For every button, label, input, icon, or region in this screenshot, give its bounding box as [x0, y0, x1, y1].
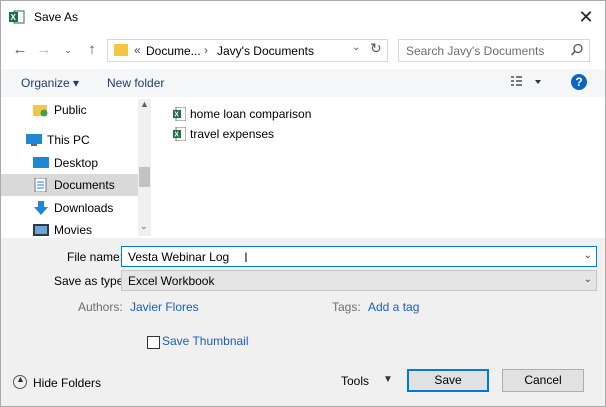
- sidebar-item-documents[interactable]: Documents: [1, 174, 138, 196]
- file-name-dropdown-icon[interactable]: ⌄: [584, 250, 592, 261]
- save-as-type-value: Excel Workbook: [128, 274, 215, 288]
- save-thumbnail-checkbox[interactable]: [147, 336, 160, 349]
- window-title: Save As: [34, 10, 79, 24]
- tools-dropdown-icon: ▼: [383, 374, 393, 385]
- tags-field[interactable]: Add a tag: [368, 300, 419, 314]
- scrollbar-thumb[interactable]: [139, 167, 150, 187]
- hide-folders-label: Hide Folders: [33, 376, 102, 390]
- close-icon[interactable]: ✕: [575, 6, 597, 28]
- address-dropdown-icon[interactable]: ⌄: [352, 42, 360, 53]
- svg-text:X: X: [174, 132, 179, 139]
- breadcrumb-segment[interactable]: Docume...: [146, 44, 201, 58]
- file-name-field[interactable]: Vesta Webinar Log I ⌄: [121, 246, 597, 267]
- sidebar-item-downloads[interactable]: Downloads: [1, 197, 138, 219]
- documents-icon: [34, 178, 47, 192]
- address-bar[interactable]: « Docume... › Javy's Documents ⌄ ↻: [107, 39, 388, 62]
- sidebar-item-public[interactable]: Public: [1, 99, 138, 121]
- forward-arrow-icon[interactable]: →: [35, 40, 53, 60]
- sidebar-item-label: Downloads: [54, 201, 114, 215]
- sidebar-item-label: Movies: [54, 223, 93, 236]
- svg-text:X: X: [11, 13, 17, 22]
- back-arrow-icon[interactable]: ←: [11, 40, 29, 60]
- save-as-dialog: X Save As ✕ ← → ⌄ ↑ « Docume... › Javy's…: [0, 0, 606, 407]
- save-as-type-dropdown-icon[interactable]: ⌄: [584, 274, 592, 285]
- svg-text:X: X: [174, 112, 179, 119]
- help-icon[interactable]: ?: [571, 74, 587, 90]
- navigation-scrollbar[interactable]: ▲ ⌄: [138, 99, 151, 236]
- pc-icon: [26, 134, 42, 146]
- sidebar-item-desktop[interactable]: Desktop: [1, 152, 138, 174]
- sidebar-item-label: Documents: [54, 178, 115, 192]
- file-name-label: File name:: [67, 250, 124, 264]
- title-bar: X Save As ✕: [1, 1, 605, 33]
- scroll-up-icon[interactable]: ▲: [140, 99, 149, 109]
- view-options-icon[interactable]: [511, 75, 545, 89]
- excel-file-icon: X: [173, 107, 186, 121]
- sidebar-item-label: Desktop: [54, 156, 99, 170]
- cancel-button[interactable]: Cancel: [502, 369, 584, 392]
- save-button[interactable]: Save: [407, 369, 489, 392]
- file-list: X home loan comparison X travel expenses: [153, 99, 605, 236]
- excel-icon: X: [9, 10, 25, 24]
- navigation-bar: ← → ⌄ ↑ « Docume... › Javy's Documents ⌄…: [1, 36, 605, 66]
- tags-label: Tags:: [332, 300, 361, 314]
- breadcrumb-overflow[interactable]: «: [134, 43, 141, 57]
- up-arrow-icon[interactable]: ↑: [83, 40, 101, 60]
- save-as-type-label: Save as type:: [54, 274, 127, 288]
- file-name: home loan comparison: [190, 107, 312, 121]
- breadcrumb-segment[interactable]: Javy's Documents: [217, 44, 314, 58]
- search-box[interactable]: Search Javy's Documents: [398, 39, 590, 62]
- public-folder-icon: [33, 105, 48, 117]
- refresh-icon[interactable]: ↻: [370, 40, 382, 57]
- scroll-down-icon[interactable]: ⌄: [140, 221, 148, 232]
- sidebar-item-movies[interactable]: Movies: [1, 219, 138, 236]
- save-thumbnail-label[interactable]: Save Thumbnail: [162, 334, 249, 348]
- downloads-icon: [34, 201, 48, 215]
- save-as-type-select[interactable]: Excel Workbook ⌄: [121, 270, 597, 291]
- organize-menu[interactable]: Organize ▾: [21, 76, 79, 90]
- collapse-icon: ▲: [13, 374, 27, 389]
- breadcrumb-chevron-icon[interactable]: ›: [204, 43, 208, 57]
- tools-label: Tools: [341, 374, 370, 388]
- sidebar-item-this-pc[interactable]: This PC: [1, 129, 138, 151]
- desktop-icon: [33, 157, 49, 168]
- file-name-input[interactable]: Vesta Webinar Log: [128, 250, 229, 264]
- sidebar-item-label: Public: [54, 103, 87, 117]
- folder-icon: [114, 44, 128, 56]
- new-folder-button[interactable]: New folder: [107, 76, 164, 90]
- sidebar-item-label: This PC: [47, 133, 90, 147]
- authors-label: Authors:: [78, 300, 123, 314]
- recent-locations-chevron-icon[interactable]: ⌄: [61, 40, 75, 60]
- text-cursor-icon: I: [244, 249, 248, 265]
- save-form: File name: Vesta Webinar Log I ⌄ Save as…: [1, 238, 605, 406]
- navigation-pane: Public This PC Desktop Documents Downloa…: [1, 99, 151, 236]
- search-icon: [570, 43, 583, 56]
- search-input[interactable]: Search Javy's Documents: [406, 44, 544, 58]
- movies-icon: [33, 224, 49, 236]
- authors-field[interactable]: Javier Flores: [130, 300, 199, 314]
- command-bar: Organize ▾ New folder ?: [1, 69, 605, 97]
- file-name: travel expenses: [190, 127, 275, 141]
- excel-file-icon: X: [173, 127, 186, 141]
